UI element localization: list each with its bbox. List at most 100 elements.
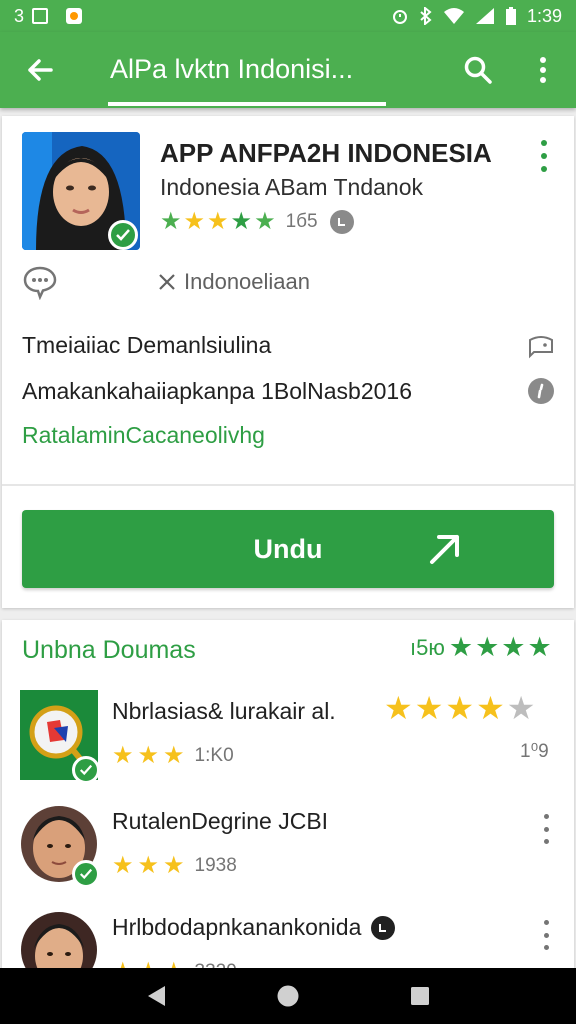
- status-left-text: 3: [14, 5, 25, 26]
- nav-back-button[interactable]: [136, 976, 176, 1016]
- badge-icon: [371, 915, 396, 940]
- app-name: APP ANFPA2H INDONESIA: [160, 138, 492, 168]
- nav-recent-button[interactable]: [400, 976, 440, 1016]
- more-vert-icon: [543, 920, 549, 925]
- star-icon: ★: [137, 742, 160, 769]
- star-icon: ★: [163, 742, 185, 769]
- item-side-count: 1⁰9: [520, 741, 549, 762]
- star-icon: ★: [163, 852, 185, 879]
- status-bar: 3 1:39: [0, 0, 576, 32]
- verified-badge: [72, 756, 100, 784]
- check-badge-icon: [79, 764, 93, 776]
- notification-icon: [66, 8, 83, 24]
- info-icon-2[interactable]: [526, 376, 556, 406]
- item-title-text: Hrlbdodapnkanankonida: [112, 914, 362, 940]
- alarm-icon: [392, 10, 407, 24]
- app-details-card: APP ANFPA2H INDONESIA Indonesia ABam Tnd…: [2, 116, 574, 608]
- back-button[interactable]: [20, 50, 60, 90]
- install-label: Undu: [253, 533, 323, 564]
- triangle-back-icon: [148, 986, 165, 1006]
- star-icon: ★: [445, 690, 475, 726]
- title-underline: [108, 102, 386, 106]
- install-button[interactable]: Undu: [22, 510, 554, 588]
- chat-bubble-icon[interactable]: [22, 264, 58, 300]
- list-item[interactable]: Hrlbdodapnkanankonida ★ ★ ★ 3329: [2, 906, 574, 970]
- star-icon: ★: [137, 852, 160, 879]
- app-bar: AlPa lvktn Indonisi...: [0, 32, 576, 108]
- square-recent-icon: [411, 987, 429, 1005]
- star-icon: ★: [501, 632, 526, 662]
- verified-badge: [72, 860, 100, 888]
- status-time: 1:39: [526, 5, 562, 26]
- check-badge-icon: [116, 229, 130, 241]
- star-icon: ★: [160, 208, 182, 235]
- search-icon: [464, 56, 492, 84]
- star-icon: ★: [448, 632, 474, 662]
- star-icon: ★: [475, 632, 500, 662]
- search-button[interactable]: [458, 50, 498, 90]
- category-label: Indonoeliaan: [158, 269, 310, 295]
- star-icon: ★: [254, 208, 276, 235]
- circle-home-icon: [277, 985, 299, 1007]
- star-icon: ★: [414, 690, 444, 726]
- wifi-icon: [443, 8, 464, 24]
- info-icon: [528, 378, 554, 404]
- bluetooth-icon: [420, 7, 432, 25]
- star-icon: ★: [207, 208, 229, 235]
- developer-name[interactable]: Indonesia ABam Tndanok: [160, 174, 423, 201]
- info-link[interactable]: RatalaminCacaneolivhg: [22, 422, 265, 449]
- navigation-bar: [0, 968, 576, 1024]
- item-rating: ★ ★ ★ 1:K0: [112, 744, 234, 768]
- nav-home-button[interactable]: [268, 976, 308, 1016]
- meta-row: Indonoeliaan: [22, 264, 562, 300]
- check-badge-icon: [79, 868, 93, 880]
- item-count: 1:K0: [194, 745, 234, 766]
- info-line-1: Tmeiaiiac Demanlsiulina: [22, 332, 272, 358]
- section-rating: ı5ю ★ ★ ★ ★: [410, 634, 552, 661]
- category-text: Indonoeliaan: [184, 269, 311, 294]
- battery-icon: [505, 7, 516, 25]
- divider: [2, 484, 574, 486]
- app-rating: ★ ★ ★ ★ ★ 1б5: [160, 210, 354, 234]
- list-item[interactable]: RutalenDegrine JCBI ★ ★ ★ 1938: [2, 800, 574, 900]
- info-icon-1[interactable]: [526, 330, 556, 360]
- star-icon: ★: [384, 690, 413, 726]
- more-vert-icon: [540, 57, 546, 83]
- more-dot: [543, 945, 549, 950]
- more-vert-icon: [543, 814, 549, 819]
- star-icon: ★: [476, 690, 505, 726]
- chat-outline-icon: [529, 336, 553, 359]
- overflow-menu-button[interactable]: [526, 50, 560, 90]
- rating-stars: ★ ★ ★ ★ ★: [160, 210, 276, 234]
- item-more-button[interactable]: [538, 814, 554, 844]
- list-item[interactable]: Nbrlasias& lurakair al. ★ ★ ★ ★ ★ ★ ★ ★ …: [2, 690, 574, 790]
- avatar-icon: [21, 912, 97, 970]
- more-vert-icon: [541, 140, 547, 146]
- star-icon: ★: [527, 632, 552, 662]
- app-thumbnail: [20, 906, 98, 970]
- more-dot: [543, 826, 549, 832]
- status-left: 3: [14, 5, 83, 27]
- more-dot: [543, 932, 549, 938]
- rating-count: 1б5: [285, 211, 318, 232]
- section-score: ı5ю: [410, 634, 445, 660]
- more-dot: [543, 839, 549, 844]
- item-rating-large: ★ ★ ★ ★ ★: [384, 692, 535, 724]
- arrow-up-right-icon: [430, 535, 459, 564]
- star-icon: ★: [506, 690, 536, 726]
- sim-icon: [32, 8, 49, 24]
- verified-badge: [108, 220, 138, 250]
- star-icon: ★: [183, 208, 206, 235]
- status-right: 1:39: [391, 6, 562, 27]
- star-icon: ★: [230, 208, 253, 235]
- item-title: RutalenDegrine JCBI: [112, 808, 329, 834]
- search-query-title[interactable]: AlPa lvktn Indonisi...: [110, 54, 353, 85]
- arrow-left-icon: [28, 59, 53, 81]
- item-title: Nbrlasias& lurakair al.: [112, 698, 336, 724]
- star-icon: ★: [112, 742, 134, 769]
- app-more-button[interactable]: [532, 140, 556, 172]
- section-title[interactable]: Unbna Doumas: [22, 636, 196, 665]
- more-dot: [541, 166, 547, 172]
- item-more-button[interactable]: [538, 920, 554, 950]
- close-icon: [159, 274, 175, 290]
